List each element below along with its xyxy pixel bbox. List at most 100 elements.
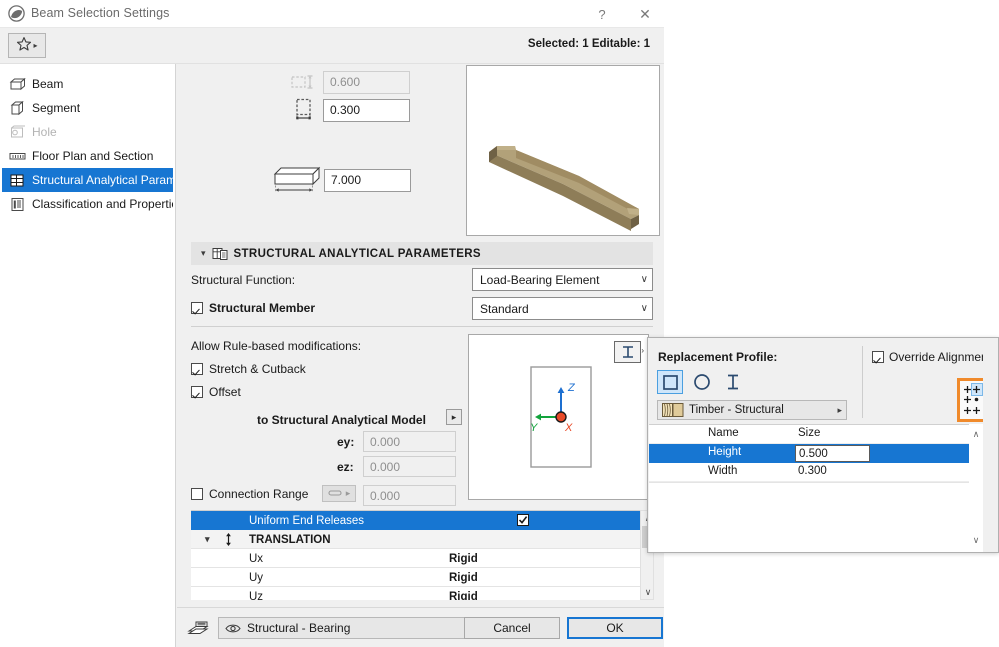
structural-member-select[interactable]: Standard ∨ xyxy=(472,297,653,320)
structural-member-checkbox[interactable]: Structural Member xyxy=(191,301,315,315)
sidebar-item-label: Classification and Properties xyxy=(32,197,173,211)
help-button[interactable]: ? xyxy=(582,0,622,28)
circle-shape-button[interactable] xyxy=(689,370,715,394)
favorites-button[interactable]: ▸ xyxy=(8,33,46,58)
beam-height-field[interactable]: 0.300 xyxy=(323,98,410,122)
beam-selection-settings-dialog: Beam Selection Settings ? ✕ ▸ Selected: … xyxy=(0,0,664,647)
layer-select[interactable]: Structural - Bearing ▸ xyxy=(218,617,489,639)
chevron-down-icon: ∨ xyxy=(640,303,648,314)
beam-length-icon xyxy=(269,166,324,193)
align-cell-bottom-left[interactable] xyxy=(963,405,972,416)
sidebar-item-hole[interactable]: Hole xyxy=(2,120,173,144)
beam-3d-preview[interactable] xyxy=(466,65,660,236)
align-cell-top-left[interactable] xyxy=(963,384,972,395)
checkbox-box xyxy=(191,363,203,375)
table-row[interactable]: Uz Rigid xyxy=(191,587,640,601)
scroll-down-arrow-icon[interactable]: ∨ xyxy=(641,585,655,599)
profile-parameters-table[interactable]: Name Size Height 0.500 Width 0.300 xyxy=(649,424,984,552)
connection-range-label: Connection Range xyxy=(209,487,309,501)
checkbox-box xyxy=(191,386,203,398)
align-cell-top-center[interactable] xyxy=(971,383,983,396)
profile-material-value: Timber - Structural xyxy=(689,404,784,416)
sidebar-item-label: Hole xyxy=(32,125,57,139)
scroll-up-arrow-icon[interactable]: ∧ xyxy=(969,427,983,441)
column-header-name: Name xyxy=(708,427,739,439)
connection-range-button[interactable]: ▸ xyxy=(322,485,356,502)
sidebar-item-floor-plan-and-section[interactable]: Floor Plan and Section xyxy=(2,144,173,168)
profile-material-select[interactable]: Timber - Structural ▸ xyxy=(657,400,847,420)
param-size: 0.300 xyxy=(798,465,827,477)
chevron-down-icon[interactable]: ▾ xyxy=(205,534,210,545)
eye-icon xyxy=(225,623,241,634)
settings-content: 0.600 0.300 7.000 ▾ STRUCTURAL ANALYTICA… xyxy=(177,64,664,647)
close-button[interactable]: ✕ xyxy=(625,0,665,28)
param-name: Height xyxy=(708,446,742,458)
favorites-caret-icon: ▸ xyxy=(33,41,38,50)
divider xyxy=(191,326,653,327)
ez-field[interactable]: 0.000 xyxy=(363,456,456,477)
beam-icon xyxy=(8,76,26,92)
connection-range-checkbox[interactable]: Connection Range xyxy=(191,487,308,501)
table-row[interactable]: Height 0.500 xyxy=(649,444,984,463)
structural-analytical-icon xyxy=(8,172,26,188)
override-alignment-label: Override Alignment: xyxy=(889,350,995,364)
align-cell-middle-left[interactable] xyxy=(963,395,972,406)
sidebar-item-label: Floor Plan and Section xyxy=(32,149,154,163)
svg-text:Z: Z xyxy=(567,382,576,394)
sidebar-item-segment[interactable]: Segment xyxy=(2,96,173,120)
checkbox-box xyxy=(191,488,203,500)
beam-length-field[interactable]: 7.000 xyxy=(324,168,411,192)
classification-icon xyxy=(8,196,26,212)
i-beam-shape-button[interactable] xyxy=(720,370,746,394)
svg-text:X: X xyxy=(564,422,573,434)
chevron-right-icon: ▸ xyxy=(345,488,351,498)
scroll-down-arrow-icon[interactable]: ∨ xyxy=(969,533,983,547)
range-icon xyxy=(328,489,343,499)
to-structural-model-label: to Structural Analytical Model xyxy=(257,413,426,427)
structural-function-value: Load-Bearing Element xyxy=(480,272,600,287)
chevron-right-icon: ▸ xyxy=(837,404,842,415)
dialog-footer: Structural - Bearing ▸ Cancel OK xyxy=(177,607,664,647)
profile-table-scrollbar[interactable]: ∧ ∨ xyxy=(969,424,983,552)
layers-icon[interactable] xyxy=(187,620,209,640)
replacement-profile-panel: Replacement Profile: Timber - Structural… xyxy=(647,337,999,553)
param-name: Width xyxy=(708,465,738,477)
uniform-end-releases-checkbox[interactable] xyxy=(517,514,529,526)
table-row[interactable]: Ux Rigid xyxy=(191,549,640,568)
sidebar-item-structural-analytical-parameters[interactable]: Structural Analytical Paramet... xyxy=(2,168,173,192)
timber-material-icon xyxy=(662,403,684,417)
screen: Beam Selection Settings ? ✕ ▸ Selected: … xyxy=(0,0,999,647)
param-size-input[interactable]: 0.500 xyxy=(795,445,870,462)
to-structural-model-button[interactable]: ▸ xyxy=(446,409,462,425)
align-cell-center[interactable] xyxy=(972,395,981,406)
override-alignment-checkbox[interactable]: Override Alignment: xyxy=(872,350,994,364)
cancel-button[interactable]: Cancel xyxy=(464,617,560,639)
connection-range-field[interactable]: 0.000 xyxy=(363,485,456,506)
checkbox-box xyxy=(872,351,884,363)
structural-function-label: Structural Function: xyxy=(191,273,296,287)
chevron-down-icon[interactable]: ▾ xyxy=(201,248,206,259)
structural-analytical-parameters-header[interactable]: ▾ STRUCTURAL ANALYTICAL PARAMETERS xyxy=(191,242,653,265)
end-releases-table[interactable]: Uniform End Releases ▾ TRANSLATION Ux Ri… xyxy=(191,510,640,600)
sidebar-item-beam[interactable]: Beam xyxy=(2,72,173,96)
checkbox-box xyxy=(191,302,203,314)
stretch-cutback-checkbox[interactable]: Stretch & Cutback xyxy=(191,362,306,376)
chevron-down-icon: ∨ xyxy=(640,274,648,285)
table-row[interactable]: Width 0.300 xyxy=(649,463,984,482)
cross-section-preview[interactable]: › Z Y X xyxy=(468,334,649,500)
sidebar-item-label: Segment xyxy=(32,101,81,115)
release-name: Uniform End Releases xyxy=(249,514,365,527)
table-row[interactable]: Uy Rigid xyxy=(191,568,640,587)
table-header-row: Name Size xyxy=(649,425,984,444)
structural-function-select[interactable]: Load-Bearing Element ∨ xyxy=(472,268,653,291)
beam-depth-field[interactable]: 0.600 xyxy=(323,70,410,94)
ey-field[interactable]: 0.000 xyxy=(363,431,456,452)
offset-checkbox[interactable]: Offset xyxy=(191,385,241,399)
rectangle-shape-button[interactable] xyxy=(657,370,683,394)
table-row[interactable]: Uniform End Releases xyxy=(191,511,640,530)
align-cell-bottom-center[interactable] xyxy=(972,405,981,416)
table-row-group[interactable]: ▾ TRANSLATION xyxy=(191,530,640,549)
release-value: Rigid xyxy=(449,552,478,565)
ok-button[interactable]: OK xyxy=(567,617,663,639)
sidebar-item-classification-and-properties[interactable]: Classification and Properties xyxy=(2,192,173,216)
